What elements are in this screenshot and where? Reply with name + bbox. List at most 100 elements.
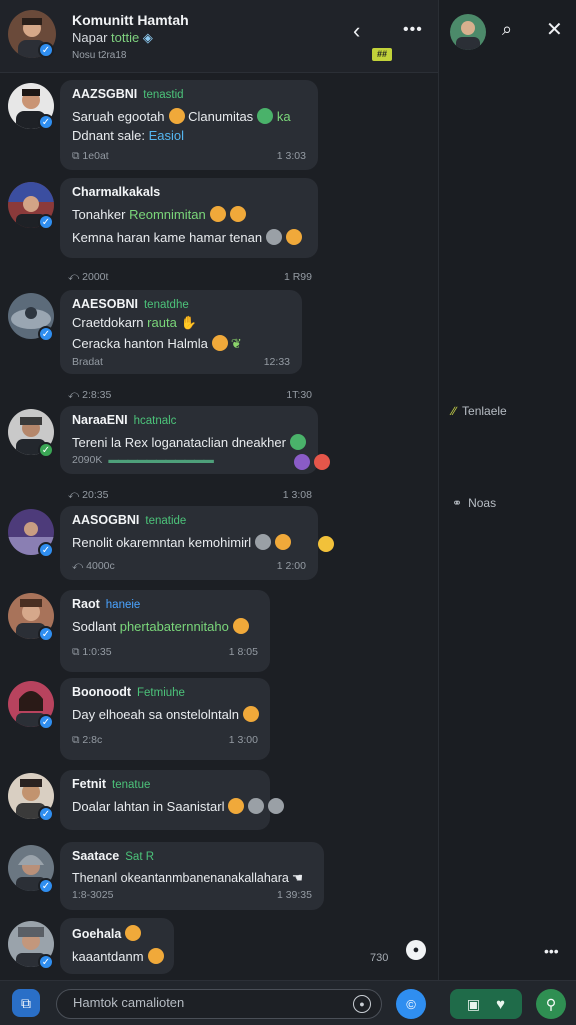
reaction-emojis[interactable]	[290, 454, 330, 472]
reply-icon[interactable]: ⧉	[72, 646, 80, 658]
sender-tag: hcatnalc	[133, 415, 177, 427]
message-bubble[interactable]: NaraaENI hcatnalc Tereni la Rex loganatac…	[60, 406, 318, 474]
message-bubble[interactable]: Fetnit tenatue Doalar lahtan in Saanistar…	[60, 770, 285, 830]
back-chevron-icon[interactable]: ‹	[353, 20, 360, 42]
message-text: Ceracka hanton Halmla	[72, 336, 208, 351]
more-dots-icon[interactable]: •••	[403, 22, 423, 38]
emoji-icon	[275, 534, 292, 550]
message-link[interactable]: Easiol	[149, 128, 184, 143]
side-item-2[interactable]: ⚭ Noas	[452, 496, 496, 510]
message-bubble[interactable]: AAZSGBNI tenastid Saruah egootah Clanumit…	[60, 80, 318, 170]
emoji-icon	[232, 618, 249, 634]
chat-subtitle: Napar tottie ◈	[72, 30, 153, 46]
message-meta: Bradat	[72, 356, 103, 368]
emoji-icon	[255, 534, 272, 550]
verified-icon: ✓	[38, 714, 54, 730]
sender-name: Raot	[72, 597, 100, 611]
side-more-icon[interactable]: •••	[544, 944, 559, 958]
verified-icon: ✓	[38, 626, 54, 642]
reply-icon[interactable]: ⤺	[68, 389, 79, 401]
sender-tag: Sat R	[125, 851, 155, 863]
message-text: Tonahker	[72, 207, 126, 222]
mic-icon[interactable]: ⚲	[536, 989, 566, 1019]
message-text: Sodlant	[72, 619, 117, 634]
message-text: Renolit okaremntan kemohimirl	[72, 535, 252, 550]
close-icon[interactable]: ✕	[546, 20, 563, 40]
message-text: rauta	[147, 315, 177, 330]
message-time: 1 39:35	[276, 889, 312, 901]
message-time: 1 2:00	[276, 560, 306, 572]
reply-icon[interactable]: ⤺	[68, 271, 79, 283]
composer-bar: ⧉ ● © ▣ ♥ ⚲	[0, 980, 576, 1025]
message-text: Reomnimitan	[129, 207, 206, 222]
message-time: 1 R99	[283, 271, 312, 283]
message-input-wrapper: ●	[56, 989, 382, 1019]
emoji-picker-icon[interactable]: ●	[353, 995, 371, 1013]
sender-tag: tenatide	[145, 515, 187, 527]
lines-icon: ∕∕	[452, 404, 457, 418]
side-item-2-label: Noas	[468, 496, 497, 510]
sender-name: Goehala	[72, 927, 122, 941]
subtitle-accent: tottie	[111, 30, 140, 45]
attach-icon[interactable]: ⧉	[12, 989, 40, 1017]
subtitle-prefix: Napar	[72, 30, 108, 45]
link-preview-bar[interactable]: ▬▬▬▬▬▬▬▬▬▬▬	[108, 454, 213, 466]
message-bubble[interactable]: Charmalkakals Tonahker Reomnimitan Kemna…	[60, 178, 318, 258]
sticker-icon[interactable]: ▣	[467, 996, 480, 1013]
leaf-icon: ❦	[230, 336, 242, 351]
search-icon[interactable]: ⌕	[502, 20, 512, 38]
verified-icon: ✓	[38, 806, 54, 822]
message-text: Thenanl okeantanmbanenanakallahara	[72, 871, 289, 885]
message-bubble[interactable]: Raot haneie Sodlant phertabaternnitaho ⧉ …	[60, 590, 270, 672]
emoji-icon	[209, 206, 226, 222]
link-icon: ⚭	[452, 496, 463, 510]
message-meta: 1:8-3025	[72, 889, 114, 901]
sender-name: AAESOBNI	[72, 297, 138, 311]
verified-icon: ✓	[38, 878, 54, 894]
emoji-icon	[294, 454, 310, 470]
sender-tag: tenatdhe	[143, 299, 189, 311]
message-bubble[interactable]: AAESOBNI tenatdhe Craetdokarn rauta ✋ Cera…	[60, 290, 302, 374]
message-bubble[interactable]: AASOGBNI tenatide Renolit okaremntan kemo…	[60, 506, 318, 580]
emoji-icon	[242, 706, 259, 722]
emoji-icon	[228, 798, 245, 814]
tag-icon: ◈	[142, 30, 153, 45]
side-item-1-label: Tenlaele	[462, 404, 507, 418]
message-input[interactable]	[71, 994, 345, 1011]
message-bubble[interactable]: Goehala kaaantdanm	[60, 918, 174, 974]
heart-icon[interactable]: ♥	[496, 996, 505, 1013]
reply-icon[interactable]: ⤺	[68, 489, 79, 501]
side-item-1[interactable]: ∕∕ Tenlaele	[452, 404, 507, 418]
verified-icon: ✓	[38, 326, 54, 342]
reaction-emoji[interactable]	[314, 536, 334, 554]
message-meta: 2000t	[82, 271, 109, 283]
message-meta: 20:35	[82, 489, 109, 501]
reply-icon[interactable]: ⤺	[72, 560, 83, 572]
hand-icon: ✋	[180, 315, 197, 330]
message-text: Tereni la Rex loganataclian dneakher	[72, 435, 286, 450]
emoji-icon	[314, 454, 330, 470]
emoji-icon	[257, 108, 274, 124]
reply-icon[interactable]: ⧉	[72, 734, 80, 746]
message-meta: 2090K	[72, 454, 103, 466]
emoji-icon	[168, 108, 185, 124]
message-text: Craetdokarn	[72, 315, 144, 330]
message-text: Kemna haran kame hamar tenan	[72, 230, 263, 245]
verified-icon: ✓	[38, 42, 54, 58]
verified-icon: ✓	[38, 954, 54, 970]
send-icon[interactable]: ©	[396, 989, 426, 1019]
message-bubble[interactable]: Boonoodt Fetmiuhe Day elhoeah sa onstelol…	[60, 678, 270, 760]
message-bubble[interactable]: Saatace Sat R Thenanl okeantanmbanenanaka…	[60, 842, 324, 910]
message-meta: 2:8:35	[82, 389, 112, 401]
sender-name: AASOGBNI	[72, 513, 140, 527]
verified-icon: ✓	[38, 542, 54, 558]
message-text: Doalar lahtan in Saanistarl	[72, 799, 225, 814]
side-avatar[interactable]	[450, 14, 486, 50]
sender-tag: Fetmiuhe	[137, 687, 185, 699]
message-text: Saruah egootah	[72, 109, 165, 124]
reaction-group[interactable]: ▣ ♥	[450, 989, 522, 1019]
reply-icon[interactable]: ⧉	[72, 150, 80, 162]
scroll-down-icon[interactable]: ●	[406, 940, 426, 960]
message-text: Ddnant sale:	[72, 128, 145, 143]
sender-tag: tenastid	[143, 89, 184, 101]
